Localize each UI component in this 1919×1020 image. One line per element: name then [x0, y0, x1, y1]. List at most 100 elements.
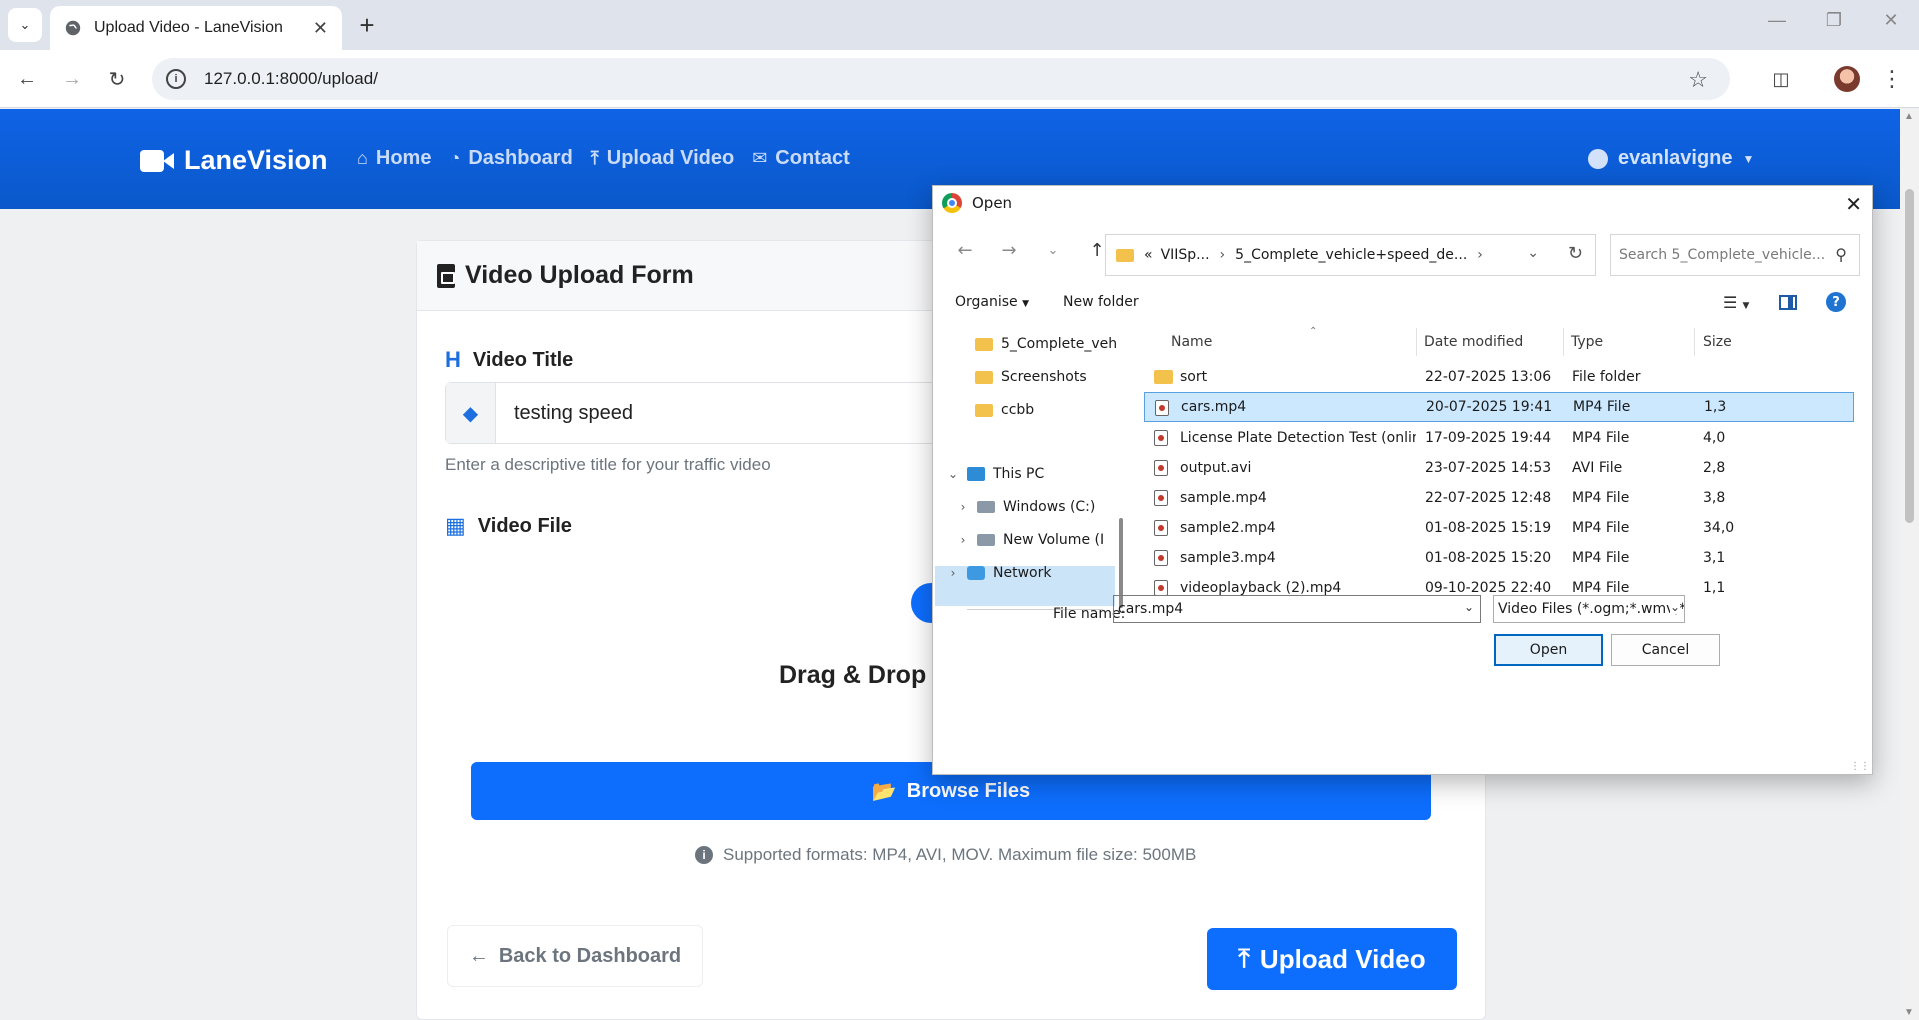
refresh-icon[interactable]: ↻	[1568, 243, 1583, 264]
chevron-right-icon[interactable]: ›	[945, 566, 961, 580]
bookmark-star-icon[interactable]: ☆	[1688, 67, 1708, 93]
breadcrumb-item-current[interactable]: 5_Complete_vehicle+speed_de...	[1235, 247, 1467, 263]
dialog-close-icon[interactable]: ✕	[1845, 192, 1862, 216]
page-scrollbar-thumb[interactable]	[1905, 189, 1914, 523]
column-separator[interactable]	[1416, 328, 1417, 356]
column-type[interactable]: Type	[1571, 334, 1603, 350]
tab-search-button[interactable]: ⌄	[8, 8, 42, 42]
column-separator[interactable]	[1694, 328, 1695, 356]
restore-icon[interactable]: ❐	[1814, 10, 1854, 31]
scroll-down-arrow-icon[interactable]: ▼	[1904, 1007, 1914, 1018]
video-title-label-text: Video Title	[472, 348, 574, 371]
file-date: 01-08-2025 15:20	[1425, 550, 1552, 566]
nav-contact[interactable]: ✉ Contact	[752, 147, 850, 170]
chevron-right-icon[interactable]: ›	[955, 533, 971, 547]
column-name[interactable]: Name	[1171, 334, 1212, 350]
preview-pane-icon[interactable]	[1779, 295, 1797, 310]
tree-item-label: This PC	[993, 466, 1045, 482]
column-separator[interactable]	[1563, 328, 1564, 356]
breadcrumb-item-parent[interactable]: VIISp...	[1161, 247, 1210, 263]
nav-dashboard[interactable]: ◔ Dashboard	[449, 147, 572, 170]
tree-item-new-volume[interactable]: › New Volume (I	[955, 524, 1105, 556]
reload-icon[interactable]: ↻	[102, 64, 132, 94]
address-bar[interactable]: i 127.0.0.1:8000/upload/ ☆	[152, 58, 1730, 100]
organise-menu[interactable]: Organise ▼	[955, 294, 1029, 310]
tree-item-network[interactable]: › Network	[945, 557, 1052, 589]
view-options-icon[interactable]: ☰ ▼	[1723, 293, 1749, 312]
folder-icon	[1116, 248, 1134, 262]
upload-video-button[interactable]: ⤒ Upload Video	[1207, 928, 1457, 990]
browser-toolbar: ← → ↻ i 127.0.0.1:8000/upload/ ☆ ◫ ⋮	[0, 50, 1919, 108]
back-to-dashboard-button[interactable]: ← Back to Dashboard	[447, 925, 703, 987]
file-name: sample3.mp4	[1180, 550, 1276, 566]
help-icon[interactable]: ?	[1826, 292, 1846, 312]
user-dropdown[interactable]: evanlavigne ▼	[1588, 147, 1754, 170]
site-info-icon[interactable]: i	[166, 69, 186, 89]
forward-arrow-icon[interactable]: →	[57, 64, 87, 94]
video-title-input[interactable]: testing speed	[496, 402, 633, 425]
tree-item-ccbb[interactable]: ccbb	[975, 394, 1034, 426]
minimize-icon[interactable]: —	[1757, 10, 1797, 31]
new-tab-button[interactable]: +	[352, 10, 382, 40]
file-row[interactable]: output.avi 23-07-2025 14:53 AVI File 2,8	[1144, 453, 1854, 483]
file-name-input[interactable]: cars.mp4 ⌄	[1113, 595, 1481, 623]
dialog-breadcrumb[interactable]: « VIISp... › 5_Complete_vehicle+speed_de…	[1105, 234, 1596, 276]
dialog-back-icon[interactable]: ←	[945, 234, 985, 266]
profile-avatar[interactable]	[1834, 66, 1860, 92]
file-row-selected[interactable]: cars.mp4 20-07-2025 19:41 MP4 File 1,3	[1144, 392, 1854, 422]
dialog-forward-icon[interactable]: →	[989, 234, 1029, 266]
breadcrumb-dropdown-icon[interactable]: ⌄	[1527, 245, 1539, 261]
search-icon: ⚲	[1835, 245, 1847, 264]
file-date: 22-07-2025 12:48	[1425, 490, 1552, 506]
file-row[interactable]: sample.mp4 22-07-2025 12:48 MP4 File 3,8	[1144, 483, 1854, 513]
column-date-modified[interactable]: Date modified	[1424, 334, 1523, 350]
file-type-select[interactable]: Video Files (*.ogm;*.wmv;*.mpg ⌄	[1493, 595, 1685, 623]
file-row[interactable]: sample2.mp4 01-08-2025 15:19 MP4 File 34,0	[1144, 513, 1854, 543]
chevron-right-icon[interactable]: ›	[955, 500, 971, 514]
tree-item-this-pc[interactable]: ⌄ This PC	[945, 458, 1044, 490]
file-row[interactable]: sort 22-07-2025 13:06 File folder	[1144, 362, 1854, 392]
brand-name: LaneVision	[184, 145, 328, 175]
file-row[interactable]: sample3.mp4 01-08-2025 15:20 MP4 File 3,1	[1144, 543, 1854, 573]
brand-logo[interactable]: LaneVision	[140, 145, 328, 176]
cancel-button[interactable]: Cancel	[1611, 634, 1720, 666]
recent-locations-icon[interactable]: ⌄	[1033, 234, 1073, 266]
resize-grip-icon[interactable]: ⋮⋮	[1850, 761, 1870, 772]
chevron-down-icon[interactable]: ⌄	[1669, 600, 1680, 614]
tree-item-windows-c[interactable]: › Windows (C:)	[955, 491, 1096, 523]
file-size: 3,8	[1703, 490, 1726, 506]
dialog-search-input[interactable]: Search 5_Complete_vehicle... ⚲	[1610, 234, 1860, 276]
chevron-down-icon[interactable]: ⌄	[945, 467, 961, 481]
file-type-value: Video Files (*.ogm;*.wmv;*.mpg	[1498, 601, 1684, 617]
tab-title: Upload Video - LaneVision	[94, 19, 283, 36]
tree-item-5-complete[interactable]: 5_Complete_veh	[975, 328, 1116, 360]
back-arrow-icon[interactable]: ←	[12, 64, 42, 94]
dialog-search-placeholder: Search 5_Complete_vehicle...	[1619, 247, 1826, 263]
column-size[interactable]: Size	[1703, 334, 1732, 350]
nav-home[interactable]: ⌂ Home	[357, 147, 431, 170]
nav-upload-video[interactable]: ⤒ Upload Video	[591, 147, 734, 170]
window-close-icon[interactable]: ✕	[1871, 10, 1911, 31]
file-size: 1,3	[1704, 399, 1727, 415]
close-tab-icon[interactable]: ✕	[313, 18, 328, 39]
file-row[interactable]: License Plate Detection Test (online-vid…	[1144, 423, 1854, 453]
browser-tab[interactable]: Upload Video - LaneVision ✕	[50, 6, 342, 50]
video-file-icon	[1154, 520, 1168, 536]
video-file-icon	[1154, 430, 1168, 446]
url-text: 127.0.0.1:8000/upload/	[204, 69, 378, 88]
open-button[interactable]: Open	[1494, 634, 1603, 666]
dialog-titlebar: Open	[933, 186, 1872, 220]
tree-item-screenshots[interactable]: Screenshots	[975, 361, 1087, 393]
browser-menu-icon[interactable]: ⋮	[1877, 64, 1907, 94]
file-size: 3,1	[1703, 550, 1726, 566]
chevron-down-icon[interactable]: ⌄	[1464, 600, 1474, 614]
extensions-icon[interactable]: ◫	[1766, 64, 1796, 94]
page-scrollbar[interactable]: ▲ ▼	[1900, 109, 1919, 1020]
tree-item-label: ccbb	[1001, 402, 1035, 418]
video-title-input-group[interactable]: ◆ testing speed	[445, 382, 985, 444]
scroll-up-arrow-icon[interactable]: ▲	[1904, 111, 1914, 122]
breadcrumb-overflow[interactable]: «	[1144, 247, 1153, 263]
sort-ascending-icon: ⌃	[1309, 326, 1318, 337]
heading-icon: H	[445, 347, 461, 372]
new-folder-button[interactable]: New folder	[1063, 294, 1139, 310]
